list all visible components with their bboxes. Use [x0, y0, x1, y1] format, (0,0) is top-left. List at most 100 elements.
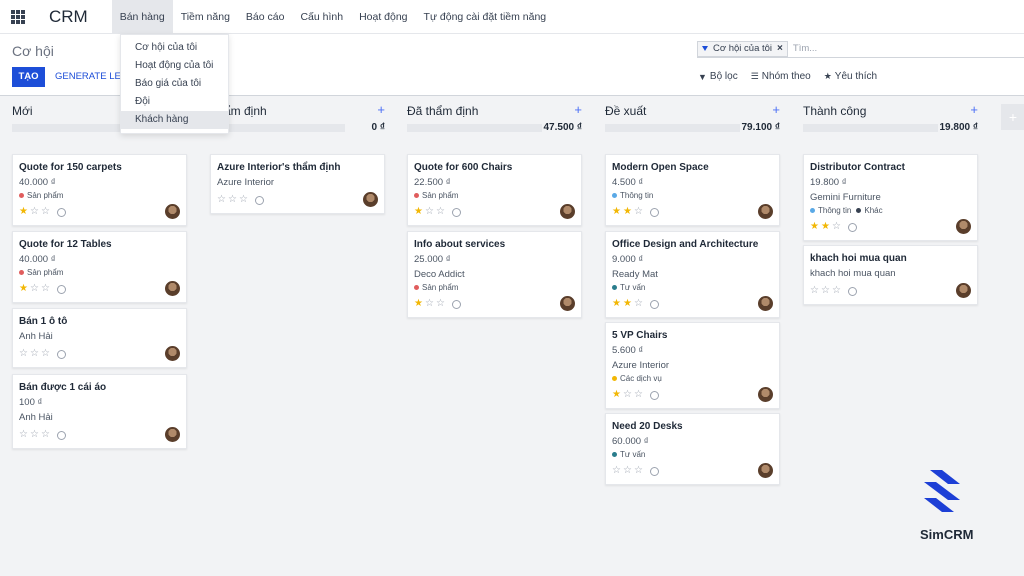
column-title[interactable]: Đã thẩm định	[407, 104, 582, 118]
opportunity-card[interactable]: Info about services 25.000 ₫ Deco Addict Sả…	[407, 231, 582, 318]
opportunity-card[interactable]: Distributor Contract 19.800 ₫ Gemini Furni…	[803, 154, 978, 241]
opportunity-card[interactable]: Bán được 1 cái áo 100 ₫ Anh Hải ☆ ☆ ☆	[12, 374, 187, 449]
opportunity-card[interactable]: khach hoi mua quan khach hoi mua quan ☆ ☆ ☆	[803, 245, 978, 305]
card-tags: Tư vấn	[612, 449, 773, 460]
priority-star-icon[interactable]: ☆	[821, 286, 830, 296]
dropdown-item-teams[interactable]: Đội	[121, 93, 228, 111]
dropdown-item-my-activities[interactable]: Hoạt động của tôi	[121, 57, 228, 75]
priority-star-icon[interactable]: ☆	[41, 430, 50, 440]
priority-star-icon[interactable]: ★	[810, 222, 819, 232]
activity-clock-icon[interactable]	[451, 299, 461, 309]
search-facet[interactable]: Cơ hội của tôi ×	[697, 40, 788, 57]
search-bar[interactable]: Cơ hội của tôi × Tìm...	[697, 40, 1024, 58]
menu-leads[interactable]: Tiềm năng	[173, 0, 238, 34]
priority-star-icon[interactable]: ☆	[41, 207, 50, 217]
activity-clock-icon[interactable]	[56, 430, 66, 440]
activity-clock-icon[interactable]	[649, 466, 659, 476]
priority-star-icon[interactable]: ☆	[436, 207, 445, 217]
filters-button[interactable]: ▼ Bộ lọc	[698, 71, 738, 82]
activity-clock-icon[interactable]	[649, 207, 659, 217]
column-title[interactable]: Đề xuất	[605, 104, 780, 118]
app-brand[interactable]: CRM	[49, 7, 88, 27]
opportunity-card[interactable]: Need 20 Desks 60.000 ₫ Tư vấn ☆ ☆ ☆	[605, 413, 780, 485]
priority-star-icon[interactable]: ☆	[612, 466, 621, 476]
menu-sales[interactable]: Bán hàng	[111, 0, 173, 34]
group-by-button[interactable]: ☰ Nhóm theo	[751, 71, 811, 82]
add-column-button[interactable]: +	[1001, 104, 1024, 130]
remove-facet-icon[interactable]: ×	[777, 43, 783, 54]
activity-clock-icon[interactable]	[56, 284, 66, 294]
activity-clock-icon[interactable]	[649, 390, 659, 400]
priority-star-icon[interactable]: ☆	[30, 430, 39, 440]
priority-star-icon[interactable]: ☆	[623, 390, 632, 400]
generate-leads-button[interactable]: GENERATE LEA	[55, 67, 127, 87]
priority-star-icon[interactable]: ☆	[623, 466, 632, 476]
priority-star-icon[interactable]: ★	[414, 207, 423, 217]
dropdown-item-my-quotations[interactable]: Báo giá của tôi	[121, 75, 228, 93]
salesperson-avatar	[363, 192, 378, 207]
apps-menu-icon[interactable]	[11, 9, 25, 24]
priority-star-icon[interactable]: ☆	[436, 299, 445, 309]
opportunity-card[interactable]: Office Design and Architecture 9.000 ₫ Rea…	[605, 231, 780, 318]
opportunity-card[interactable]: Modern Open Space 4.500 ₫ Thông tin ★ ★ ☆	[605, 154, 780, 226]
menu-configuration[interactable]: Cấu hình	[292, 0, 351, 34]
menu-reports[interactable]: Báo cáo	[238, 0, 293, 34]
priority-star-icon[interactable]: ★	[612, 299, 621, 309]
priority-star-icon[interactable]: ☆	[634, 390, 643, 400]
priority-star-icon[interactable]: ☆	[41, 349, 50, 359]
priority-star-icon[interactable]: ★	[821, 222, 830, 232]
priority-star-icon[interactable]: ★	[19, 284, 28, 294]
activity-clock-icon[interactable]	[254, 195, 264, 205]
search-input[interactable]: Tìm...	[793, 43, 817, 54]
priority-star-icon[interactable]: ☆	[832, 286, 841, 296]
quick-create-icon[interactable]: +	[970, 102, 978, 117]
quick-create-icon[interactable]: +	[772, 102, 780, 117]
priority-star-icon[interactable]: ☆	[19, 430, 28, 440]
create-button[interactable]: TẠO	[12, 67, 45, 87]
priority-star-icon[interactable]: ☆	[425, 299, 434, 309]
opportunity-card[interactable]: 5 VP Chairs 5.600 ₫ Azure Interior Các dịch…	[605, 322, 780, 409]
priority-star-icon[interactable]: ☆	[634, 207, 643, 217]
activity-clock-icon[interactable]	[847, 222, 857, 232]
activity-clock-icon[interactable]	[56, 349, 66, 359]
breadcrumb: Cơ hội	[12, 43, 54, 59]
priority-star-icon[interactable]: ☆	[425, 207, 434, 217]
priority-star-icon[interactable]: ☆	[228, 195, 237, 205]
activity-clock-icon[interactable]	[847, 286, 857, 296]
activity-clock-icon[interactable]	[649, 299, 659, 309]
priority-star-icon[interactable]: ★	[612, 207, 621, 217]
priority-star-icon[interactable]: ☆	[30, 349, 39, 359]
priority-star-icon[interactable]: ☆	[832, 222, 841, 232]
priority-star-icon[interactable]: ☆	[217, 195, 226, 205]
menu-activities[interactable]: Hoạt động	[351, 0, 415, 34]
card-footer: ★ ☆ ☆	[19, 281, 180, 296]
priority-star-icon[interactable]: ☆	[19, 349, 28, 359]
quick-create-icon[interactable]: +	[377, 102, 385, 117]
column-title[interactable]: Thẩm định	[210, 104, 385, 118]
opportunity-card[interactable]: Quote for 150 carpets 40.000 ₫ Sản phẩm ★ ☆ ☆	[12, 154, 187, 226]
activity-clock-icon[interactable]	[56, 207, 66, 217]
menu-lead-automation[interactable]: Tự động cài đặt tiềm năng	[416, 0, 555, 34]
dropdown-item-my-opportunities[interactable]: Cơ hội của tôi	[121, 39, 228, 57]
priority-star-icon[interactable]: ☆	[634, 466, 643, 476]
opportunity-card[interactable]: Bán 1 ô tô Anh Hải ☆ ☆ ☆	[12, 308, 187, 368]
priority-star-icon[interactable]: ☆	[810, 286, 819, 296]
priority-star-icon[interactable]: ☆	[239, 195, 248, 205]
favorites-button[interactable]: ★ Yêu thích	[824, 71, 877, 82]
opportunity-card[interactable]: Quote for 600 Chairs 22.500 ₫ Sản phẩm ★ ☆ ☆	[407, 154, 582, 226]
activity-clock-icon[interactable]	[451, 207, 461, 217]
priority-star-icon[interactable]: ★	[612, 390, 621, 400]
quick-create-icon[interactable]: +	[574, 102, 582, 117]
opportunity-card[interactable]: Quote for 12 Tables 40.000 ₫ Sản phẩm ★ ☆ ☆	[12, 231, 187, 303]
priority-star-icon[interactable]: ☆	[41, 284, 50, 294]
priority-star-icon[interactable]: ★	[623, 207, 632, 217]
priority-star-icon[interactable]: ☆	[30, 207, 39, 217]
priority-star-icon[interactable]: ☆	[30, 284, 39, 294]
opportunity-card[interactable]: Azure Interior's thẩm định Azure Interior…	[210, 154, 385, 214]
priority-star-icon[interactable]: ★	[19, 207, 28, 217]
priority-star-icon[interactable]: ★	[623, 299, 632, 309]
column-title[interactable]: Thành công	[803, 104, 978, 118]
dropdown-item-customers[interactable]: Khách hàng	[121, 111, 228, 129]
priority-star-icon[interactable]: ★	[414, 299, 423, 309]
priority-star-icon[interactable]: ☆	[634, 299, 643, 309]
